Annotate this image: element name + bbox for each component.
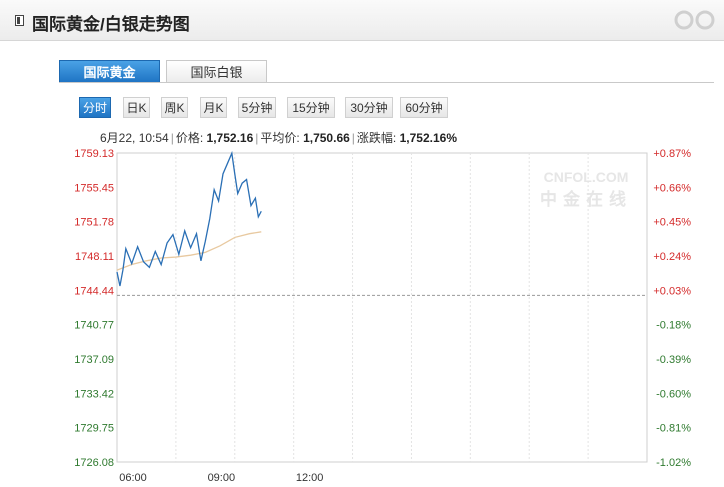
y-tick-label: 1740.77	[74, 320, 114, 332]
y-percent-tick-label: +0.66%	[653, 182, 691, 194]
price-line	[116, 150, 262, 287]
tab-silver[interactable]: 国际白银	[166, 60, 267, 83]
y-percent-tick-label: +0.45%	[653, 217, 691, 229]
y-tick-label: 1759.13	[74, 148, 114, 160]
period-30min-button[interactable]: 30分钟	[345, 97, 393, 118]
y-tick-label: 1755.45	[74, 182, 114, 194]
period-60min-button[interactable]: 60分钟	[400, 97, 448, 118]
tab-divider	[59, 82, 714, 83]
panel-title: 国际黄金/白银走势图	[32, 15, 190, 34]
x-tick-label: 12:00	[296, 472, 324, 484]
y-tick-label: 1748.11	[75, 251, 114, 263]
period-5min-button[interactable]: 5分钟	[238, 97, 276, 118]
gold-intraday-chart: CNFOL.COM 中金在线 1759.13 +0.87% 1755.45 +0.66…	[74, 148, 691, 484]
y-percent-tick-label: -0.18%	[656, 320, 691, 332]
tab-gold[interactable]: 国际黄金	[59, 60, 160, 83]
y-tick-label: 1737.09	[74, 354, 114, 366]
y-percent-tick-label: -1.02%	[656, 457, 691, 469]
x-tick-label: 06:00	[119, 472, 147, 484]
period-15min-button[interactable]: 15分钟	[287, 97, 335, 118]
period-weekly-k-button[interactable]: 周K	[161, 97, 188, 118]
y-percent-tick-label: -0.39%	[656, 354, 691, 366]
y-tick-label: 1751.78	[74, 217, 114, 229]
period-daily-k-button[interactable]: 日K	[123, 97, 150, 118]
panel-icon	[15, 15, 24, 26]
y-tick-label: 1733.42	[74, 388, 114, 400]
panel-header: 国际黄金/白银走势图	[0, 0, 724, 41]
y-percent-tick-label: +0.87%	[653, 148, 691, 160]
watermark-logo: CNFOL.COM	[544, 169, 629, 185]
y-percent-tick-label: -0.60%	[656, 388, 691, 400]
y-percent-tick-label: -0.81%	[656, 423, 691, 435]
x-tick-label: 09:00	[208, 472, 236, 484]
watermark: CNFOL.COM 中金在线	[540, 169, 632, 210]
period-monthly-k-button[interactable]: 月K	[200, 97, 227, 118]
y-tick-label: 1729.75	[74, 423, 114, 435]
y-tick-label: 1744.44	[74, 285, 114, 297]
period-intraday-button[interactable]: 分时	[79, 97, 111, 118]
y-percent-tick-label: +0.03%	[653, 285, 691, 297]
y-percent-tick-label: +0.24%	[653, 251, 691, 263]
decorative-swirl-icon	[674, 10, 715, 30]
y-tick-label: 1726.08	[74, 457, 114, 469]
watermark-text: 中金在线	[540, 189, 632, 210]
